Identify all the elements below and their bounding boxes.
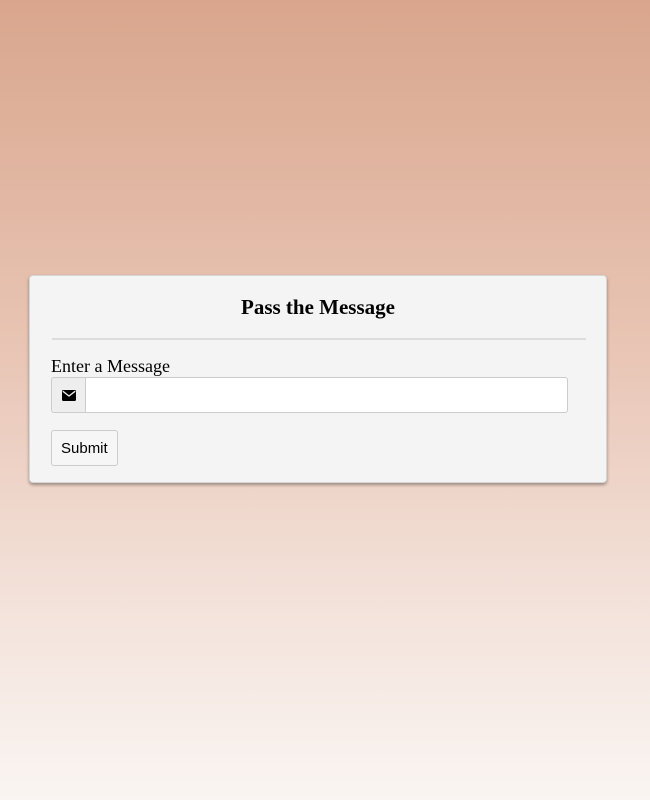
message-input[interactable] (85, 377, 568, 413)
title-divider (52, 338, 586, 340)
submit-button[interactable]: Submit (51, 430, 118, 466)
message-form-card: Pass the Message Enter a Message Submit (29, 275, 607, 483)
form-title: Pass the Message (241, 295, 395, 319)
envelope-icon (51, 377, 85, 413)
message-input-group (51, 377, 568, 413)
message-field-label: Enter a Message (51, 356, 170, 376)
